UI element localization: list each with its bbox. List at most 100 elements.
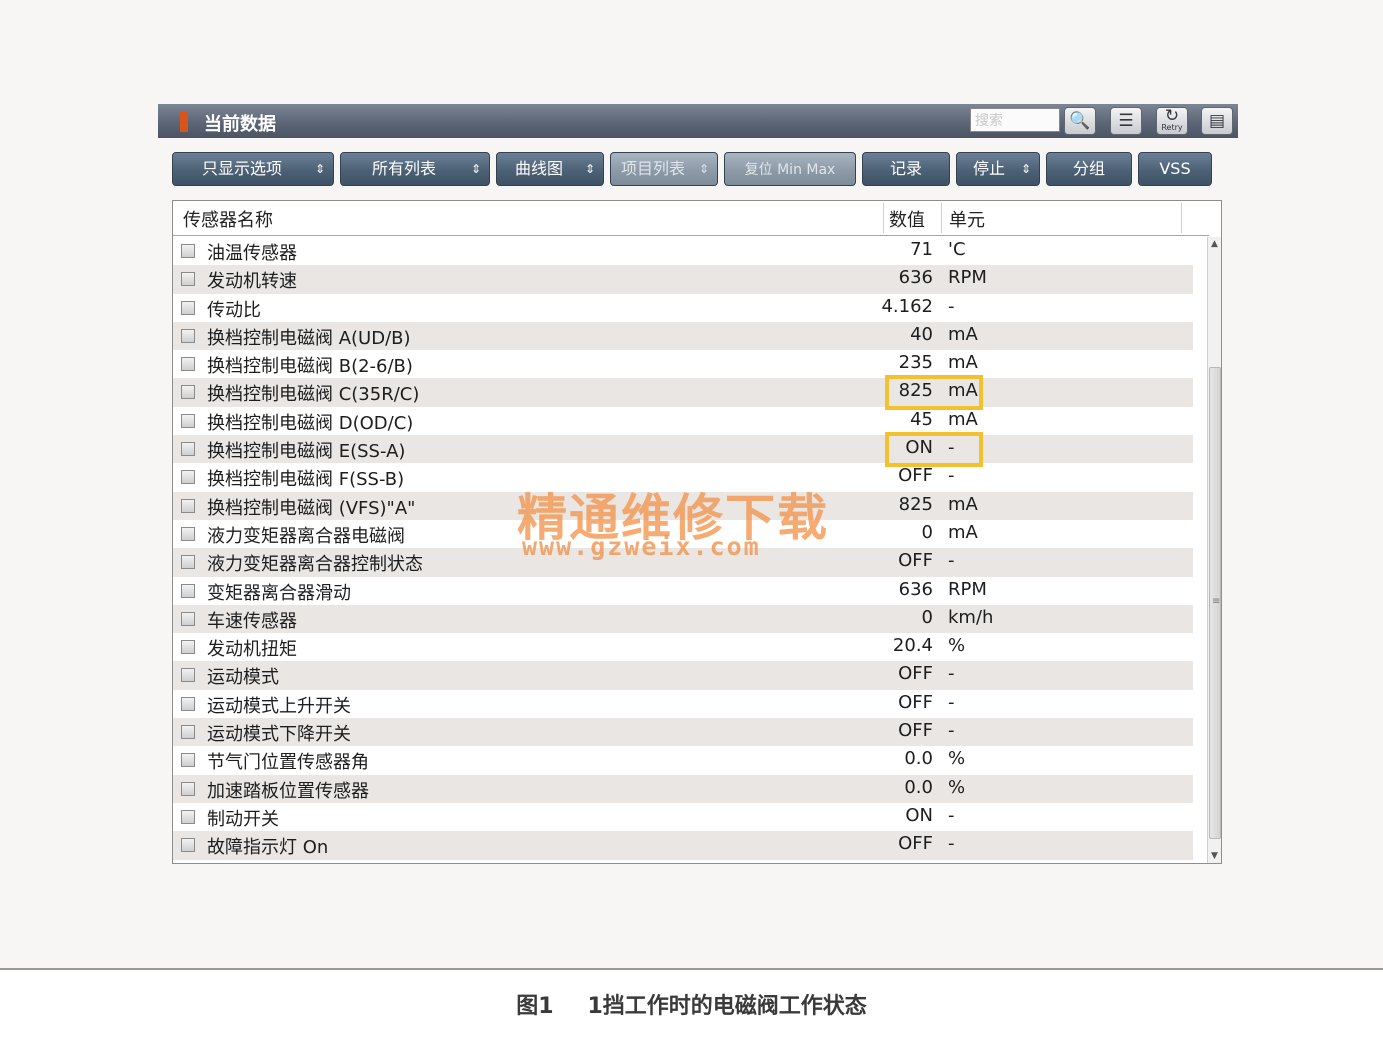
sensor-value: ON [905,804,933,826]
column-divider[interactable] [941,203,942,233]
show-selected-button[interactable]: 只显示选项 ⇕ [172,152,334,186]
scroll-down-icon[interactable]: ▼ [1208,849,1221,863]
reset-min-max-button[interactable]: 复位 Min Max [724,152,856,186]
sensor-unit: mA [948,408,978,430]
sensor-name: 换档控制电磁阀 (VFS)"A" [207,497,416,519]
row-checkbox[interactable] [181,244,195,258]
vss-button[interactable]: VSS [1138,152,1212,186]
table-row[interactable]: 换档控制电磁阀 A(UD/B) 40 mA [173,321,1193,351]
table-row[interactable]: 发动机转速 636 RPM [173,265,1193,294]
row-checkbox[interactable] [181,696,195,711]
sensor-value: 0 [921,606,933,628]
row-checkbox[interactable] [181,809,195,824]
group-button[interactable]: 分组 [1046,152,1132,186]
row-checkbox[interactable] [181,413,195,428]
search-list-icon[interactable]: 🔍 [1064,107,1096,135]
table-row[interactable]: 车速传感器 0 km/h [173,604,1193,634]
table-row[interactable]: 传动比 4.162- [173,294,1193,322]
row-checkbox[interactable] [181,300,195,315]
row-checkbox[interactable] [181,442,195,457]
row-checkbox[interactable] [181,555,195,570]
table-row[interactable]: 故障指示灯 On OFF - [173,831,1193,860]
sensor-value: 40 [910,323,933,345]
row-checkbox[interactable] [181,611,195,626]
sensor-name: 传动比 [207,299,261,321]
search-input[interactable]: 搜索 [970,108,1060,132]
graph-button[interactable]: 曲线图 ⇕ [496,152,604,186]
table-row[interactable]: 加速踏板位置传感器 0.0% [173,774,1193,803]
sensor-unit: - [948,465,955,487]
all-list-button[interactable]: 所有列表 ⇕ [340,152,490,186]
watermark-url: www.gzweix.com [522,532,761,561]
record-button[interactable]: 记录 [862,152,950,186]
stop-button[interactable]: 停止 ⇕ [956,152,1040,186]
sensor-unit: - [948,804,955,826]
table-row[interactable]: 节气门位置传感器角 0.0% [173,746,1193,774]
sensor-name: 换档控制电磁阀 D(OD/C) [207,412,414,434]
row-checkbox[interactable] [181,328,195,343]
row-checkbox[interactable] [181,526,195,541]
table-row[interactable]: 换档控制电磁阀 B(2-6/B) 235 mA [173,350,1193,378]
vertical-scrollbar[interactable]: ▲ ≡ ▼ [1207,237,1221,863]
sensor-name: 油温传感器 [207,243,297,264]
scroll-up-icon[interactable]: ▲ [1208,237,1221,251]
retry-icon[interactable]: ↻ Retry [1156,106,1188,135]
title-accent-icon [180,112,188,132]
scrollbar-thumb[interactable]: ≡ [1209,367,1221,839]
row-checkbox[interactable] [181,385,195,400]
sensor-name: 液力变矩器离合器控制状态 [207,554,423,576]
sensor-unit: - [948,833,955,855]
sensor-value: 235 [898,352,933,374]
sensor-value: 20.4 [892,635,933,657]
sensor-unit: mA [948,380,978,402]
sensor-value: OFF [898,465,933,487]
figure-number: 图1 [516,994,554,1019]
header-unit[interactable]: 单元 [949,206,985,232]
sensor-value: 636 [898,267,933,289]
header-value[interactable]: 数值 [889,206,925,232]
table-row[interactable]: 运动模式下降开关 OFF - [173,718,1193,747]
sensor-value: OFF [898,720,933,742]
table-row[interactable]: 发动机扭矩 20.4% [173,633,1193,661]
column-divider[interactable] [1181,203,1182,233]
row-checkbox[interactable] [181,838,195,853]
table-row[interactable]: 制动开关 ON - [173,803,1193,831]
sensor-name: 换档控制电磁阀 C(35R/C) [207,384,420,406]
table-row[interactable]: 换档控制电磁阀 C(35R/C) 825 mA [173,375,1193,411]
sensor-name: 发动机转速 [207,271,297,293]
highlight-box [885,432,983,468]
row-checkbox[interactable] [181,470,195,485]
row-checkbox[interactable] [181,753,195,768]
save-icon[interactable]: ▤ [1201,107,1233,135]
row-checkbox[interactable] [181,272,195,287]
sensor-value: 0 [921,521,933,543]
sensor-name: 换档控制电磁阀 F(SS-B) [207,469,405,491]
caption-text: 1挡工作时的电磁阀工作状态 [587,994,867,1019]
sensor-unit: - [948,720,955,742]
row-checkbox[interactable] [181,583,195,598]
column-divider[interactable] [883,203,884,233]
row-checkbox[interactable] [181,781,195,796]
row-checkbox[interactable] [181,357,195,372]
sensor-unit: % [948,748,966,770]
sensor-value: 4.162 [881,295,933,317]
row-checkbox[interactable] [181,668,195,683]
sensor-value: 0.0 [904,748,933,770]
table-header: 传感器名称 数值 单元 [173,201,1209,236]
table-row[interactable]: 油温传感器 71 'C [173,237,1193,265]
list-icon[interactable]: ☰ [1110,107,1142,135]
sensor-name: 发动机扭矩 [207,639,297,661]
table-row[interactable]: 运动模式 OFF - [173,661,1193,690]
row-checkbox[interactable] [181,640,195,655]
sensor-unit: RPM [948,267,987,289]
header-sensor-name[interactable]: 传感器名称 [183,206,273,232]
sensor-value: ON [905,437,933,459]
sensor-value: 0.0 [904,776,933,798]
item-list-button[interactable]: 项目列表 ⇕ [610,152,718,186]
row-checkbox[interactable] [181,725,195,740]
row-checkbox[interactable] [181,498,195,513]
table-row[interactable]: 运动模式上升开关 OFF - [173,690,1193,718]
table-row[interactable]: 换档控制电磁阀 E(SS-A) ON - [173,432,1193,468]
table-row[interactable]: 变矩器离合器滑动 636 RPM [173,577,1193,605]
table-row[interactable]: 换档控制电磁阀 D(OD/C) 45 mA [173,407,1193,435]
